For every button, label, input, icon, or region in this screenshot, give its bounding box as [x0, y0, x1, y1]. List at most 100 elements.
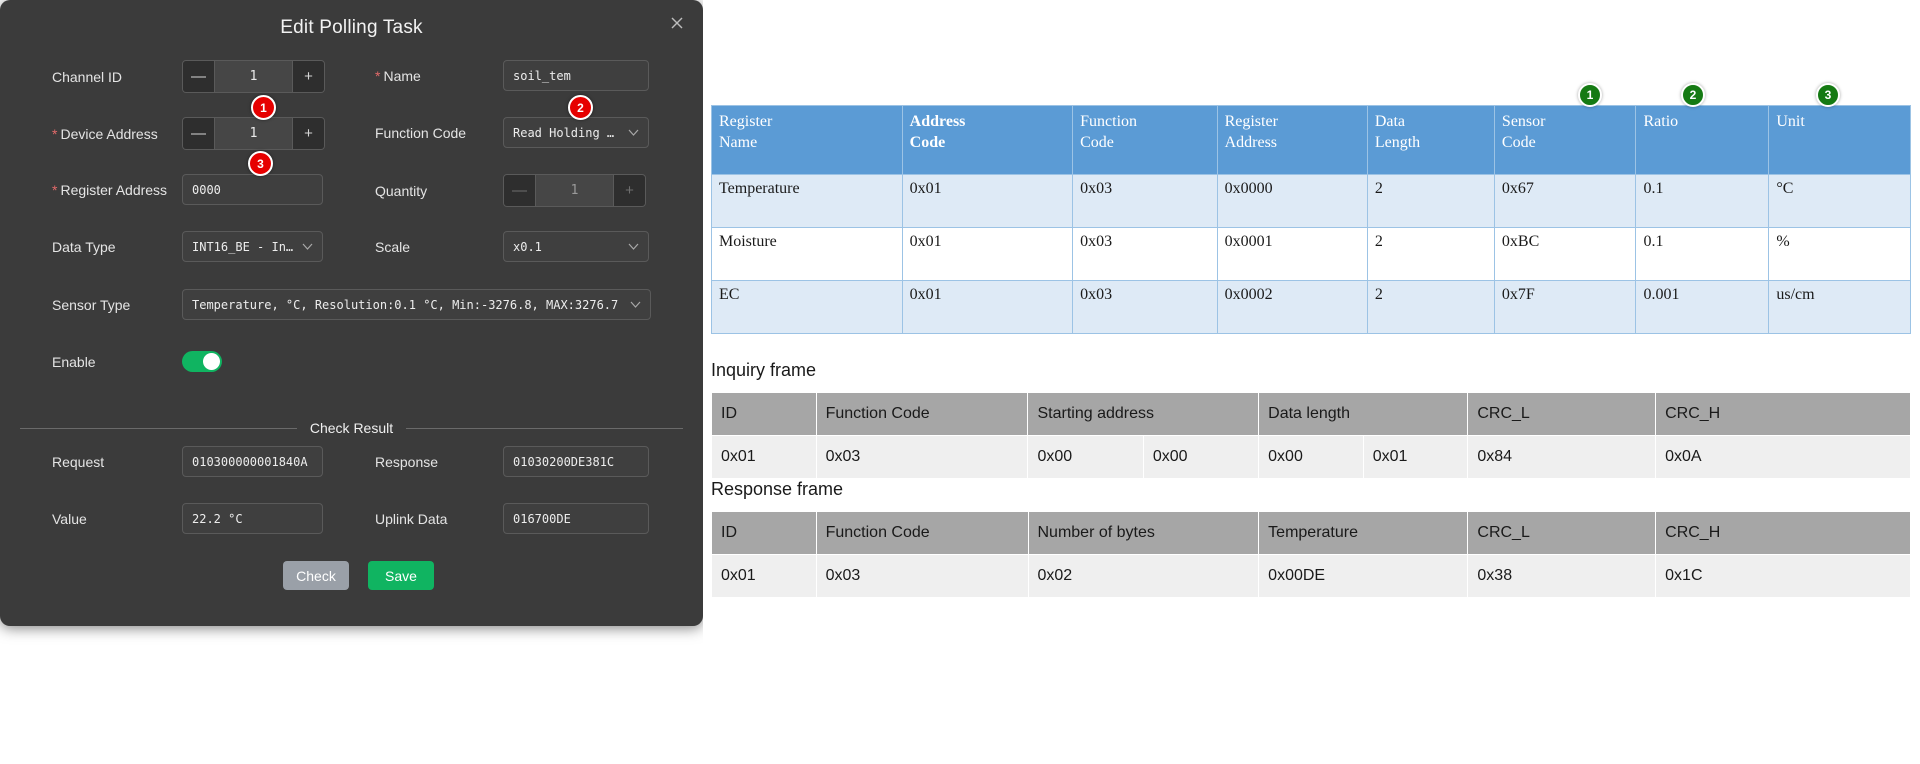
required-asterisk: * — [52, 125, 58, 142]
response-frame-header-row: ID Function Code Number of bytes Tempera… — [711, 511, 1911, 555]
divider-line-right — [406, 427, 684, 429]
sensor-type-value: Temperature, °C, Resolution:0.1 °C, Min:… — [192, 297, 619, 312]
cell-register-address: 0x0001 — [1216, 227, 1368, 281]
table-row: 0x01 0x03 0x00 0x00 0x00 0x01 0x84 0x0A — [711, 435, 1911, 479]
inquiry-frame-table: ID Function Code Starting address Data l… — [711, 392, 1911, 479]
cell-unit: % — [1768, 227, 1911, 281]
field-response: Response 01030200DE381C — [375, 446, 649, 477]
register-address-input[interactable]: 0000 — [182, 174, 323, 205]
channel-id-stepper[interactable]: — 1 + — [182, 60, 325, 93]
cell-ratio: 0.1 — [1635, 174, 1770, 228]
function-code-select[interactable]: Read Holding Re… — [503, 117, 649, 148]
function-code-label: Function Code — [375, 124, 467, 141]
data-type-value: INT16_BE - Inte… — [192, 239, 294, 254]
cell-address-code: 0x01 — [901, 227, 1074, 281]
save-button[interactable]: Save — [368, 561, 434, 590]
chevron-down-icon — [628, 126, 639, 139]
check-button[interactable]: Check — [283, 561, 349, 590]
reference-doc-panel: 1 2 3 Register Name Address Code Functio… — [703, 0, 1920, 764]
quantity-label: Quantity — [375, 182, 428, 199]
register-address-label: * Register Address — [52, 182, 182, 198]
header-register-name: Register Name — [711, 105, 903, 175]
value-input[interactable]: 22.2 °C — [182, 503, 323, 534]
field-device-address: * Device Address — 1 + — [52, 117, 325, 150]
field-quantity: Quantity — 1 + — [375, 174, 646, 207]
data-type-label: Data Type — [52, 238, 116, 255]
edit-polling-task-dialog: Edit Polling Task Channel ID — 1 + * Name… — [0, 0, 703, 626]
cell-crc-l: 0x38 — [1467, 554, 1657, 598]
header-temperature: Temperature — [1258, 511, 1469, 555]
field-scale: Scale x0.1 — [375, 231, 649, 262]
device-address-label: * Device Address — [52, 126, 182, 142]
header-data-length: Data length — [1258, 392, 1469, 436]
request-input[interactable]: 010300000001840A — [182, 446, 323, 477]
table-row: 0x01 0x03 0x02 0x00DE 0x38 0x1C — [711, 554, 1911, 598]
table-row: EC 0x01 0x03 0x0002 2 0x7F 0.001 us/cm — [711, 280, 1911, 334]
header-address-code: Address Code — [901, 105, 1074, 175]
inquiry-frame-header-row: ID Function Code Starting address Data l… — [711, 392, 1911, 436]
response-frame-caption: Response frame — [711, 479, 844, 499]
field-value: Value 22.2 °C — [52, 503, 323, 534]
cell-ratio: 0.001 — [1635, 280, 1770, 334]
cell-data-length: 2 — [1366, 174, 1495, 228]
toggle-knob — [203, 353, 220, 370]
cell-register-address: 0x0000 — [1216, 174, 1368, 228]
header-id: ID — [711, 392, 817, 436]
name-input[interactable]: soil_tem — [503, 60, 649, 91]
device-address-stepper[interactable]: — 1 + — [182, 117, 325, 150]
required-asterisk: * — [52, 181, 58, 198]
quantity-value[interactable]: 1 — [536, 175, 613, 206]
response-label: Response — [375, 453, 439, 470]
scale-select[interactable]: x0.1 — [503, 231, 649, 262]
name-label: * Name — [375, 68, 503, 84]
channel-id-value[interactable]: 1 — [215, 61, 292, 92]
enable-label: Enable — [52, 353, 96, 370]
response-input[interactable]: 01030200DE381C — [503, 446, 649, 477]
header-ratio: Ratio — [1635, 105, 1770, 175]
uplink-data-label: Uplink Data — [375, 510, 448, 527]
device-address-increment-button[interactable]: + — [292, 118, 324, 149]
close-icon[interactable] — [667, 13, 687, 33]
channel-id-decrement-button[interactable]: — — [183, 61, 215, 92]
cell-data-length: 2 — [1366, 227, 1495, 281]
header-crc-l: CRC_L — [1467, 511, 1657, 555]
field-uplink-data: Uplink Data 016700DE — [375, 503, 649, 534]
device-address-decrement-button[interactable]: — — [183, 118, 215, 149]
dialog-action-bar: Check Save — [283, 561, 434, 590]
field-function-code: Function Code Read Holding Re… — [375, 117, 649, 148]
header-function-code: Function Code — [1072, 105, 1218, 175]
cell-function-code: 0x03 — [1072, 174, 1218, 228]
function-code-value: Read Holding Re… — [513, 125, 620, 140]
register-map-table: Register Name Address Code Function Code… — [711, 105, 1911, 334]
uplink-data-input[interactable]: 016700DE — [503, 503, 649, 534]
data-type-select[interactable]: INT16_BE - Inte… — [182, 231, 323, 262]
header-id: ID — [711, 511, 817, 555]
cell-register-address: 0x0002 — [1216, 280, 1368, 334]
enable-toggle[interactable] — [182, 351, 222, 372]
cell-id: 0x01 — [711, 554, 817, 598]
field-request: Request 010300000001840A — [52, 446, 323, 477]
quantity-decrement-button[interactable]: — — [504, 175, 536, 206]
cell-ratio: 0.1 — [1635, 227, 1770, 281]
cell-number-of-bytes: 0x02 — [1027, 554, 1260, 598]
request-label: Request — [52, 453, 105, 470]
scale-label: Scale — [375, 238, 411, 255]
quantity-stepper[interactable]: — 1 + — [503, 174, 646, 207]
quantity-increment-button[interactable]: + — [613, 175, 645, 206]
header-register-address: Register Address — [1216, 105, 1368, 175]
cell-function-code: 0x03 — [815, 435, 1029, 479]
cell-crc-h: 0x0A — [1655, 435, 1911, 479]
dialog-title: Edit Polling Task — [280, 17, 423, 38]
sensor-type-select[interactable]: Temperature, °C, Resolution:0.1 °C, Min:… — [182, 289, 651, 320]
channel-id-increment-button[interactable]: + — [292, 61, 324, 92]
cell-address-code: 0x01 — [901, 280, 1074, 334]
cell-data-length-lo: 0x01 — [1362, 435, 1469, 479]
header-crc-l: CRC_L — [1467, 392, 1657, 436]
table-row: Moisture 0x01 0x03 0x0001 2 0xBC 0.1 % — [711, 227, 1911, 281]
cell-function-code: 0x03 — [1072, 227, 1218, 281]
header-function-code: Function Code — [815, 392, 1029, 436]
cell-id: 0x01 — [711, 435, 817, 479]
cell-sensor-code: 0x67 — [1493, 174, 1637, 228]
device-address-value[interactable]: 1 — [215, 118, 292, 149]
field-register-address: * Register Address 0000 — [52, 174, 323, 205]
